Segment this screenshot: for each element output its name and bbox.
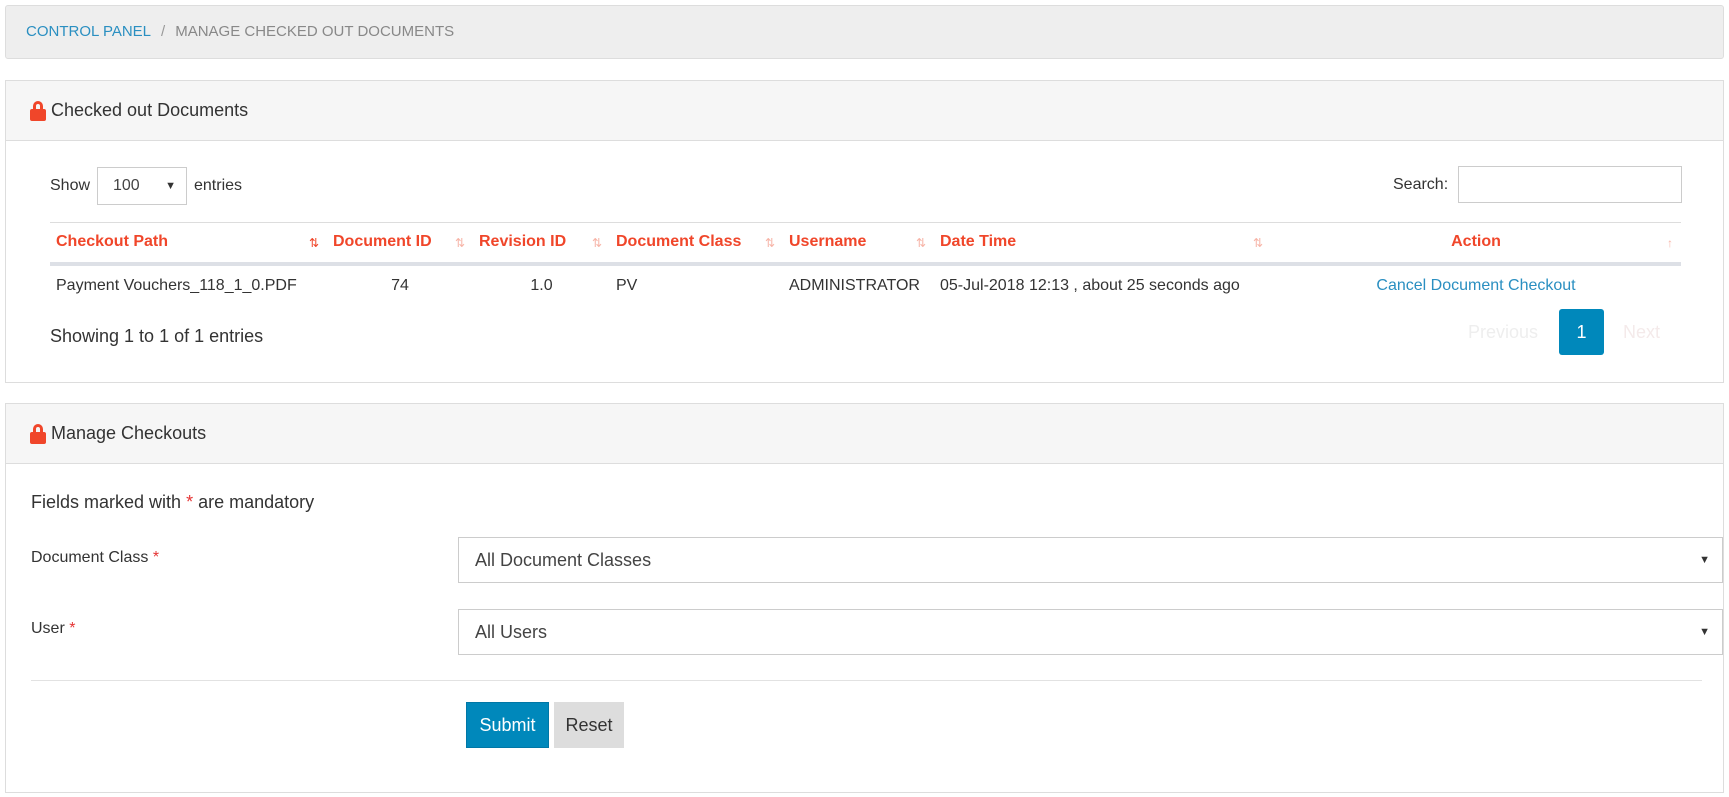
sort-icon: ⇅ (1252, 236, 1263, 250)
show-label: Show (50, 177, 91, 194)
breadcrumb-separator: / (161, 23, 166, 40)
col-action[interactable]: Action ↑ (1271, 222, 1681, 266)
page-1-button[interactable]: 1 (1559, 309, 1604, 355)
col-username[interactable]: Username ⇅ (783, 222, 934, 266)
col-checkout-path[interactable]: Checkout Path ⇅ (50, 222, 327, 266)
col-revision-id[interactable]: Revision ID ⇅ (473, 222, 610, 266)
caret-down-icon: ▼ (1699, 554, 1710, 566)
manage-checkouts-panel: Manage Checkouts Fields marked with * ar… (5, 403, 1724, 793)
cancel-checkout-link[interactable]: Cancel Document Checkout (1376, 277, 1575, 294)
lock-icon (30, 423, 46, 444)
lock-icon (30, 100, 46, 121)
col-document-class[interactable]: Document Class ⇅ (610, 222, 783, 266)
search-input[interactable] (1458, 166, 1682, 203)
mandatory-note: Fields marked with * are mandatory (31, 492, 315, 512)
sort-icon: ⇅ (764, 236, 775, 250)
cell-rev-id: 1.0 (530, 276, 553, 294)
cell-doc-id: 74 (391, 276, 409, 294)
sort-icon: ⇅ (591, 236, 602, 250)
sort-icon: ⇅ (308, 236, 319, 250)
breadcrumb-control-panel[interactable]: CONTROL PANEL (26, 23, 151, 40)
cell-datetime: 05-Jul-2018 12:13 , about 25 seconds ago (940, 276, 1240, 294)
entries-value: 100 (113, 177, 140, 194)
panel-title: Checked out Documents (51, 100, 249, 120)
breadcrumb-current: MANAGE CHECKED OUT DOCUMENTS (175, 23, 455, 40)
col-date-time[interactable]: Date Time ⇅ (934, 222, 1271, 266)
cell-username: ADMINISTRATOR (789, 276, 920, 294)
cell-path: Payment Vouchers_118_1_0.PDF (56, 276, 297, 294)
col-document-id[interactable]: Document ID ⇅ (327, 222, 473, 266)
cell-doc-class: PV (616, 276, 638, 294)
checked-out-table: Checkout Path ⇅ Document ID ⇅ Revision ID ⇅… (50, 222, 1681, 306)
entries-select[interactable]: 100 ▼ (97, 167, 187, 205)
previous-button[interactable]: Previous (1468, 322, 1538, 343)
search-label: Search: (1393, 176, 1449, 193)
user-select[interactable]: All Users ▼ (458, 609, 1723, 655)
divider (31, 680, 1702, 681)
sort-icon: ↑ (1667, 236, 1673, 250)
user-label: User * (31, 620, 76, 637)
caret-down-icon: ▼ (165, 180, 176, 192)
panel-title: Manage Checkouts (51, 423, 207, 443)
caret-down-icon: ▼ (1699, 626, 1710, 638)
submit-button[interactable]: Submit (466, 702, 549, 748)
sort-icon: ⇅ (454, 236, 465, 250)
checked-out-documents-panel: Checked out Documents Show 100 ▼ entries … (5, 80, 1724, 383)
sort-icon: ⇅ (915, 236, 926, 250)
next-button[interactable]: Next (1623, 322, 1660, 343)
breadcrumb: CONTROL PANEL / MANAGE CHECKED OUT DOCUMEN… (5, 5, 1724, 59)
entries-label: entries (194, 177, 243, 194)
document-class-select[interactable]: All Document Classes ▼ (458, 537, 1723, 583)
reset-button[interactable]: Reset (554, 702, 624, 748)
table-info: Showing 1 to 1 of 1 entries (50, 326, 264, 346)
table-row: Payment Vouchers_118_1_0.PDF 74 1.0 PV A… (50, 264, 1681, 306)
document-class-label: Document Class * (31, 549, 160, 566)
